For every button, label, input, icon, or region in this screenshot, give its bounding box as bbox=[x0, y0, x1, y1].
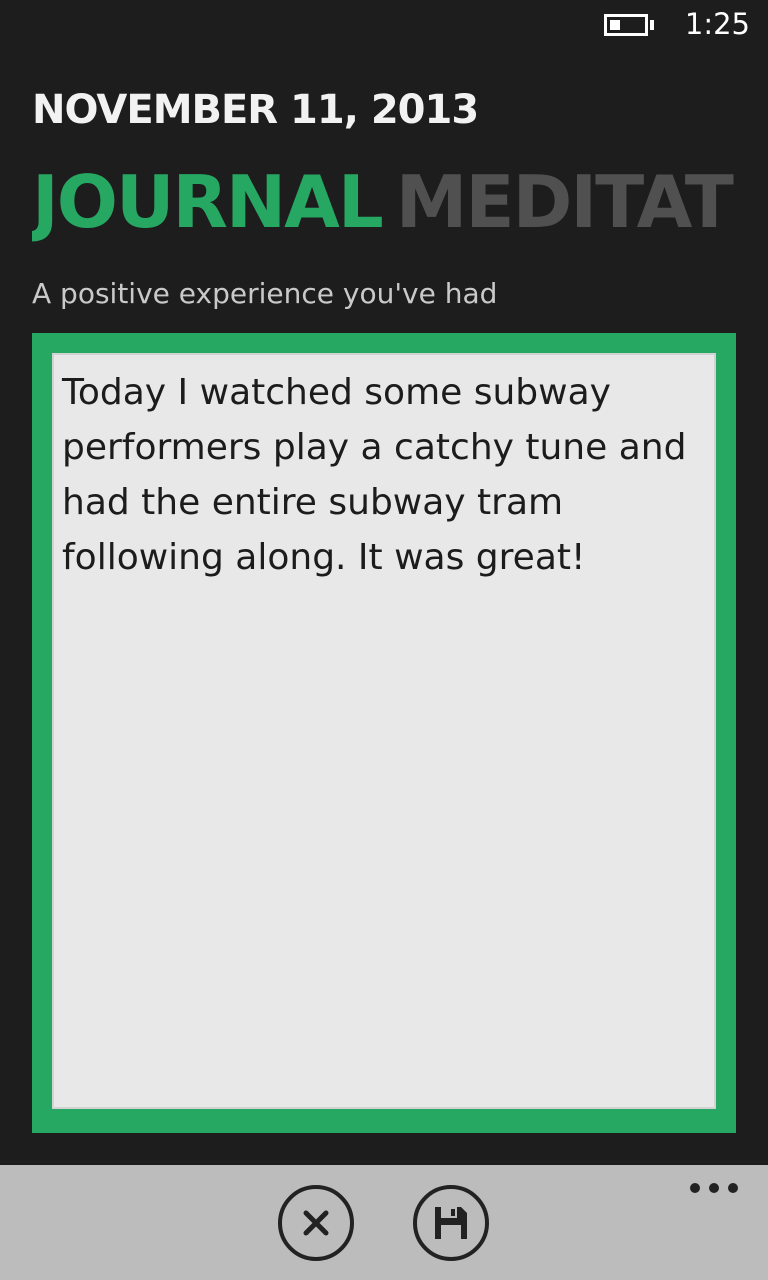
app-bar bbox=[0, 1165, 768, 1280]
journal-entry-textbox[interactable]: Today I watched some subway performers p… bbox=[52, 353, 716, 1109]
tab-journal[interactable]: JOURNAL bbox=[32, 160, 384, 244]
status-bar: 1:25 bbox=[0, 0, 768, 50]
more-dot bbox=[709, 1183, 719, 1193]
close-icon bbox=[303, 1210, 329, 1236]
battery-tip bbox=[650, 20, 654, 30]
tab-meditation[interactable]: MEDITAT bbox=[396, 160, 734, 244]
more-dot bbox=[728, 1183, 738, 1193]
save-button[interactable] bbox=[413, 1185, 489, 1261]
page-date-title: NOVEMBER 11, 2013 bbox=[32, 87, 479, 133]
entry-frame: Today I watched some subway performers p… bbox=[32, 333, 736, 1133]
cancel-button[interactable] bbox=[278, 1185, 354, 1261]
pivot-header: JOURNAL MEDITAT bbox=[32, 160, 736, 244]
entry-prompt: A positive experience you've had bbox=[32, 277, 498, 310]
status-time: 1:25 bbox=[684, 7, 750, 41]
more-dot bbox=[690, 1183, 700, 1193]
battery-icon bbox=[604, 14, 648, 36]
journal-entry-screen: 1:25 NOVEMBER 11, 2013 JOURNAL MEDITAT A … bbox=[0, 0, 768, 1280]
more-options-icon[interactable] bbox=[690, 1179, 738, 1195]
battery-level bbox=[610, 20, 620, 30]
save-icon bbox=[435, 1207, 467, 1239]
